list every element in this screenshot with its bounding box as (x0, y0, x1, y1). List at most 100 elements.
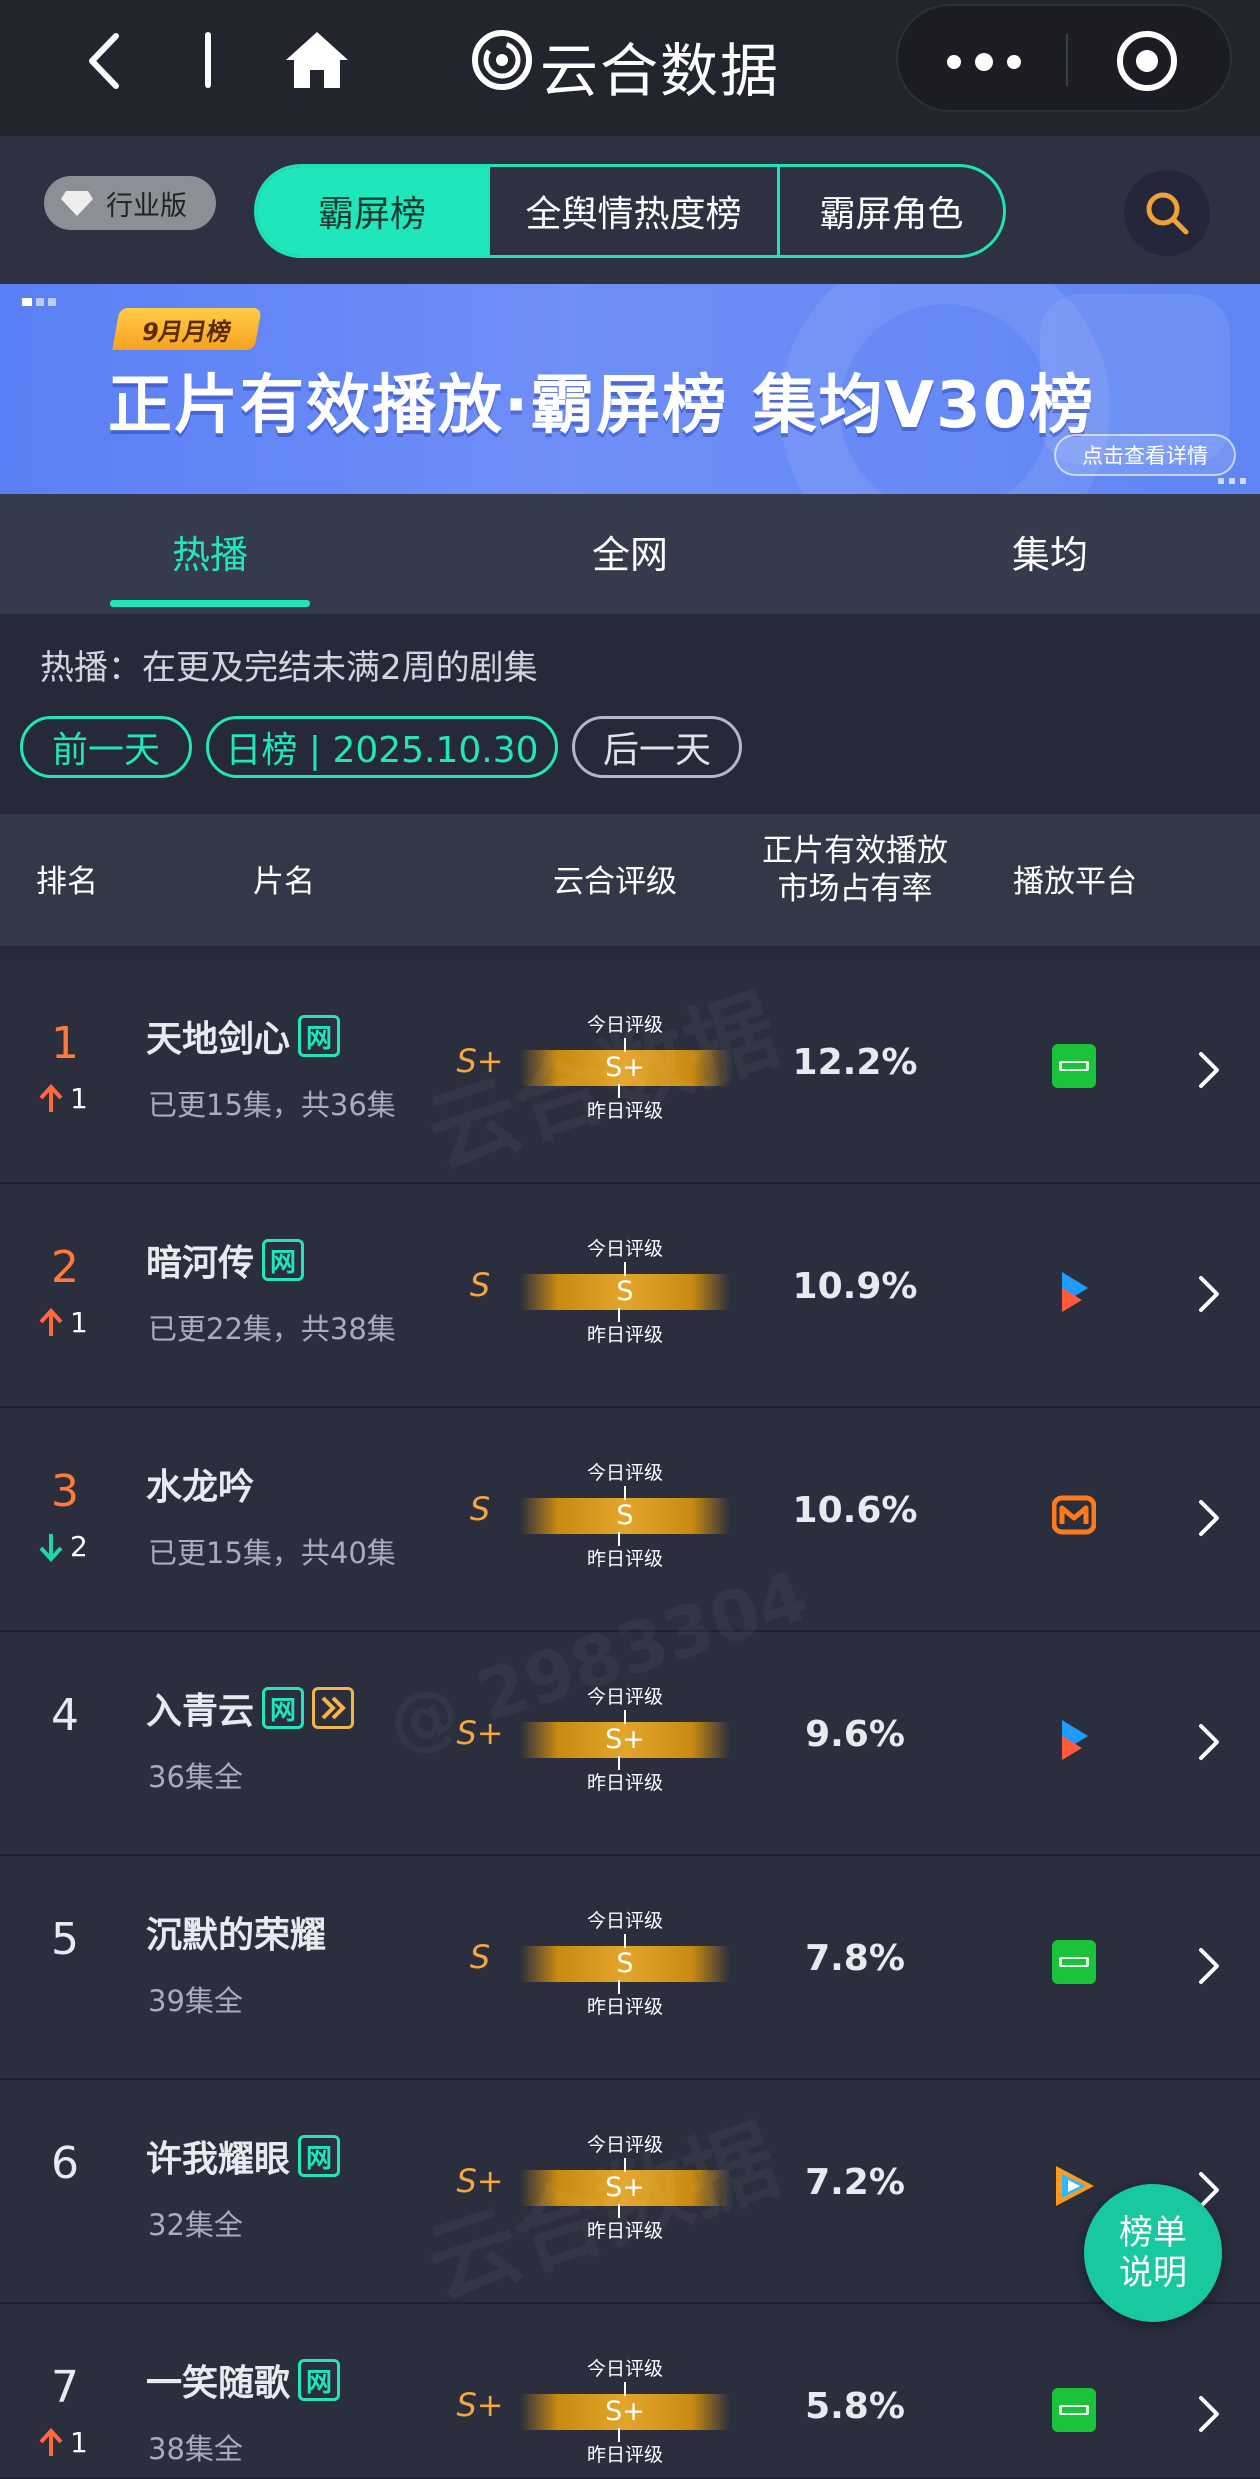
grade-bar-value: S+ (605, 2172, 645, 2203)
show-title: 一笑随歌 (146, 2363, 291, 2404)
rank-up-icon (39, 1084, 63, 1112)
chevron-right-icon[interactable] (1196, 1722, 1222, 1762)
today-grade-label: 今日评级 (586, 1910, 663, 1932)
show-title: 天地剑心 (146, 1019, 291, 1060)
chevron-right-icon[interactable] (1196, 2394, 1222, 2434)
header-share: 正片有效播放 市场占有率 (740, 832, 970, 908)
title-line: 水龙吟 (146, 1458, 254, 1510)
today-marker (624, 1710, 626, 1724)
diamond-icon (61, 191, 93, 216)
today-marker (624, 1038, 626, 1052)
yesterday-grade-label: 昨日评级 (586, 1772, 663, 1794)
table-row[interactable]: 6 许我耀眼网 32集全 S+ 今日评级 S+ 昨日评级 7.2% (0, 2080, 1260, 2304)
today-grade-label: 今日评级 (586, 2134, 663, 2156)
rank-number: 4 (51, 1690, 79, 1741)
home-icon[interactable] (282, 28, 352, 92)
iqiyi-icon (1052, 1044, 1096, 1088)
chevron-left-icon[interactable] (80, 30, 130, 92)
promo-banner[interactable]: 9月月榜 正片有效播放·霸屏榜 集均V30榜 点击查看详情 (0, 284, 1260, 494)
tab-per-episode[interactable]: 集均 (950, 524, 1150, 579)
market-share: 10.9% (792, 1266, 918, 1307)
carousel-dots (1218, 478, 1246, 484)
tab-role[interactable]: 霸屏角色 (777, 167, 1003, 255)
show-title: 暗河传 (146, 1243, 255, 1284)
info-area: 热播：在更及完结未满2周的剧集 前一天 日榜 | 2025.10.30 后一天 (0, 614, 1260, 814)
net-drama-tag: 网 (298, 1015, 341, 1057)
app-title: 云合数据 (540, 37, 781, 105)
rank-change-value: 1 (70, 1306, 88, 1339)
net-drama-tag: 网 (298, 2359, 341, 2401)
today-marker (624, 2158, 626, 2172)
rank-down-icon (39, 1534, 63, 1562)
tab-bapingbang[interactable]: 霸屏榜 (257, 167, 487, 255)
table-row[interactable]: 7 1 一笑随歌网 38集全 S+ 今日评级 S+ 昨日评级 5.8% (0, 2304, 1260, 2479)
grade-bar: 今日评级 S 昨日评级 (520, 1906, 730, 2026)
rank-change: 1 (38, 1082, 98, 1118)
tab-public-opinion[interactable]: 全舆情热度榜 (487, 167, 777, 255)
rank-number: 1 (51, 1018, 79, 1069)
title-line: 沉默的荣耀 (146, 1906, 326, 1958)
header-rank: 排名 (36, 864, 98, 900)
title-line: 天地剑心网 (146, 1010, 341, 1062)
grade-bar: 今日评级 S+ 昨日评级 (520, 1010, 730, 1130)
today-marker (624, 1934, 626, 1948)
today-grade-label: 今日评级 (586, 1238, 663, 1260)
grade-bar: 今日评级 S 昨日评级 (520, 1234, 730, 1354)
rank-up-icon (39, 2428, 63, 2456)
table-row[interactable]: 3 2 水龙吟 已更15集，共40集 S 今日评级 S 昨日评级 10.6% (0, 1408, 1260, 1632)
more-dots-icon[interactable] (944, 52, 1024, 72)
rank-up-icon (39, 1308, 63, 1336)
next-day-button[interactable]: 后一天 (572, 716, 742, 778)
tab-hot[interactable]: 热播 (110, 524, 310, 579)
chevron-right-icon[interactable] (1196, 1946, 1222, 1986)
industry-edition-badge[interactable]: 行业版 (44, 176, 216, 230)
chevron-right-icon[interactable] (1196, 1498, 1222, 1538)
rank-number: 5 (51, 1914, 79, 1965)
net-drama-tag: 网 (298, 2135, 341, 2177)
industry-label: 行业版 (106, 190, 187, 222)
rank-change: 2 (38, 1530, 98, 1566)
episode-status: 已更15集，共40集 (148, 1536, 396, 1570)
table-row[interactable]: 4 入青云网 36集全 S+ 今日评级 S+ 昨日评级 9.6% (0, 1632, 1260, 1856)
target-icon[interactable] (1116, 30, 1178, 92)
grade-bar-value: S+ (605, 1052, 645, 1083)
title-line: 一笑随歌网 (146, 2354, 341, 2406)
today-marker (624, 1262, 626, 1276)
episode-status: 32集全 (148, 2208, 243, 2242)
category-description: 热播：在更及完结未满2周的剧集 (40, 648, 538, 688)
show-title: 沉默的荣耀 (146, 1915, 327, 1956)
market-share: 12.2% (792, 1042, 918, 1083)
search-button[interactable] (1124, 170, 1210, 256)
grade-bar: 今日评级 S+ 昨日评级 (520, 2354, 730, 2474)
table-row[interactable]: 2 1 暗河传网已更22集，共38集 S 今日评级 S 昨日评级 10.9% (0, 1184, 1260, 1408)
mgtv-icon (1051, 1492, 1097, 1536)
ranking-help-button[interactable]: 榜单说明 (1084, 2184, 1222, 2322)
chevron-right-icon[interactable] (1196, 1274, 1222, 1314)
rank-change-value: 1 (70, 2426, 88, 2459)
tab-all-network[interactable]: 全网 (530, 524, 730, 579)
prev-day-button[interactable]: 前一天 (20, 716, 192, 778)
table-row[interactable]: 5 沉默的荣耀 39集全 S 今日评级 S 昨日评级 7.8% (0, 1856, 1260, 2080)
yesterday-grade-label: 昨日评级 (586, 1324, 663, 1346)
table-row[interactable]: 1 1 天地剑心网已更15集，共36集 S+ 今日评级 S+ 昨日评级 12.2% (0, 960, 1260, 1184)
chevron-right-icon[interactable] (1196, 1050, 1222, 1090)
show-title: 入青云 (146, 1691, 255, 1732)
month-badge: 9月月榜 (112, 308, 262, 350)
title-line: 许我耀眼网 (146, 2130, 341, 2182)
grade-bar: 今日评级 S+ 昨日评级 (520, 2130, 730, 2250)
title-line: 入青云网 (146, 1682, 355, 1734)
net-drama-tag: 网 (262, 1239, 305, 1281)
date-picker[interactable]: 日榜 | 2025.10.30 (206, 716, 558, 778)
grade-letter: S+ (456, 1042, 504, 1080)
today-marker (624, 2382, 626, 2396)
net-drama-tag: 网 (262, 1687, 305, 1729)
grade-letter: S+ (456, 1714, 504, 1752)
ranking-segmented-control: 霸屏榜 全舆情热度榜 霸屏角色 (254, 164, 1006, 258)
header-share-line2: 市场占有率 (777, 871, 933, 907)
yesterday-grade-label: 昨日评级 (586, 1996, 663, 2018)
rank-change-value: 2 (70, 1530, 88, 1563)
header-title: 片名 (253, 864, 315, 900)
grade-letter: S (469, 1490, 491, 1528)
view-details-button[interactable]: 点击查看详情 (1054, 434, 1236, 476)
market-share: 7.8% (805, 1938, 905, 1979)
